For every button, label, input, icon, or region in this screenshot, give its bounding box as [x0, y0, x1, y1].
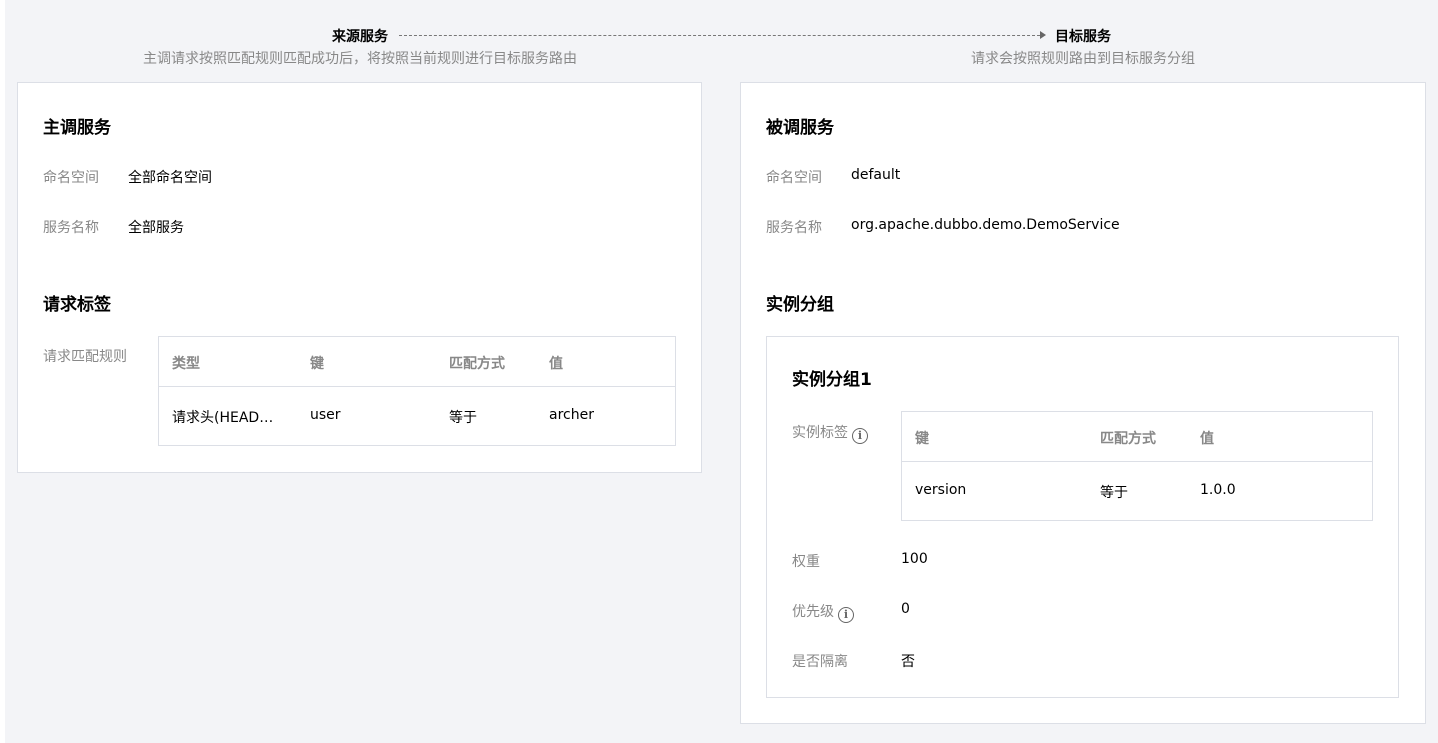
routing-flow-header: 来源服务 主调请求按照匹配规则匹配成功后，将按照当前规则进行目标服务路由 目标服… [0, 0, 1438, 80]
info-icon[interactable]: i [838, 607, 854, 623]
cell-value: archer [549, 407, 594, 423]
callee-service-name-label: 服务名称 [766, 220, 822, 236]
flow-dashed-line [399, 35, 1040, 36]
instance-group-card: 实例分组1 实例标签 i 键 匹配方式 值 version 等于 1.0.0 权重… [766, 336, 1399, 698]
callee-namespace-value: default [851, 167, 901, 183]
left-edge-strip [0, 0, 5, 743]
isolate-label: 是否隔离 [792, 654, 848, 670]
cell-value: 1.0.0 [1200, 482, 1236, 498]
request-match-rule-label: 请求匹配规则 [43, 349, 127, 365]
cell-key: version [915, 482, 967, 498]
isolate-value: 否 [901, 654, 915, 670]
caller-service-name-label: 服务名称 [43, 220, 99, 236]
callee-service-card: 被调服务 命名空间 default 服务名称 org.apache.dubbo.… [740, 82, 1426, 724]
col-header-match-mode: 匹配方式 [1100, 431, 1156, 447]
cell-match-mode: 等于 [1100, 485, 1128, 501]
caller-service-card: 主调服务 命名空间 全部命名空间 服务名称 全部服务 请求标签 请求匹配规则 类… [17, 82, 702, 473]
weight-value: 100 [901, 551, 928, 567]
target-service-description: 请求会按照规则路由到目标服务分组 [971, 51, 1195, 67]
col-header-match-mode: 匹配方式 [449, 356, 505, 372]
instance-tag-label: 实例标签 [792, 425, 848, 441]
col-header-key: 键 [310, 356, 324, 372]
instance-groups-heading: 实例分组 [766, 295, 834, 315]
table-header: 键 匹配方式 值 [902, 412, 1372, 462]
caller-namespace-label: 命名空间 [43, 170, 99, 186]
caller-service-name-value: 全部服务 [128, 220, 184, 236]
instance-tag-table: 键 匹配方式 值 version 等于 1.0.0 [901, 411, 1373, 521]
request-match-table: 类型 键 匹配方式 值 请求头(HEAD… user 等于 archer [158, 336, 676, 446]
info-icon[interactable]: i [852, 428, 868, 444]
callee-service-heading: 被调服务 [766, 118, 834, 138]
callee-service-name-value: org.apache.dubbo.demo.DemoService [851, 217, 1120, 233]
col-header-value: 值 [1200, 431, 1214, 447]
col-header-key: 键 [915, 431, 929, 447]
table-header: 类型 键 匹配方式 值 [159, 337, 675, 387]
source-service-title: 来源服务 [332, 29, 388, 45]
caller-namespace-value: 全部命名空间 [128, 170, 212, 186]
cell-key: user [310, 407, 341, 423]
priority-label-wrap: 优先级 i [792, 601, 854, 623]
weight-label: 权重 [792, 554, 820, 570]
col-header-type: 类型 [172, 356, 200, 372]
source-service-description: 主调请求按照匹配规则匹配成功后，将按照当前规则进行目标服务路由 [143, 51, 577, 67]
cell-match-mode: 等于 [449, 410, 477, 426]
col-header-value: 值 [549, 356, 563, 372]
cell-type: 请求头(HEAD… [172, 410, 274, 426]
instance-tag-label-wrap: 实例标签 i [792, 422, 868, 444]
priority-label: 优先级 [792, 604, 834, 620]
callee-namespace-label: 命名空间 [766, 170, 822, 186]
priority-value: 0 [901, 601, 910, 617]
instance-group-title: 实例分组1 [792, 370, 872, 390]
request-tags-heading: 请求标签 [43, 295, 111, 315]
caller-service-heading: 主调服务 [43, 118, 111, 138]
target-service-title: 目标服务 [1055, 29, 1111, 45]
